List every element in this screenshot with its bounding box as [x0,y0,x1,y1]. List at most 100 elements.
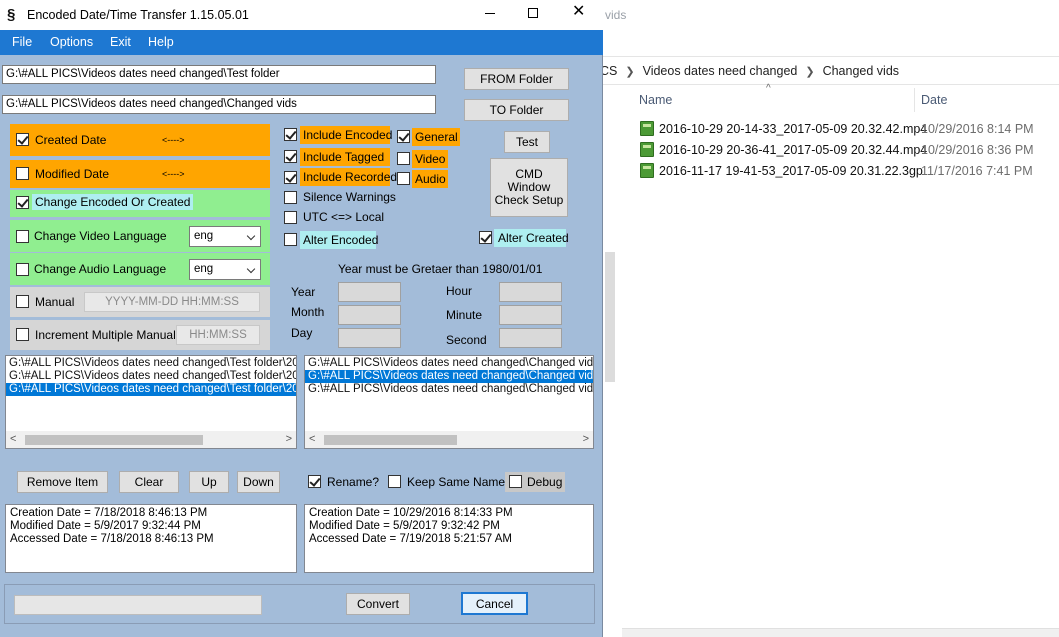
alter-created-checkbox[interactable] [479,231,492,244]
source-file-list[interactable]: G:\#ALL PICS\Videos dates need changed\T… [5,355,297,449]
file-row[interactable]: 2016-10-29 20-36-41_2017-05-09 20.32.44.… [638,140,1038,160]
from-folder-button[interactable]: FROM Folder [464,68,569,90]
include-encoded-label: Include Encoded [300,126,392,144]
column-divider[interactable] [914,88,915,112]
convert-button[interactable]: Convert [346,593,410,615]
audio-label: Audio [412,170,448,188]
to-path-field[interactable]: G:\#ALL PICS\Videos dates need changed\C… [2,95,436,114]
audio-checkbox[interactable] [397,172,410,185]
chevron-right-icon[interactable]: > [583,433,589,445]
info-line: Accessed Date = 7/18/2018 8:46:13 PM [10,533,214,545]
audio-language-value: eng [194,263,214,275]
menu-help[interactable]: Help [148,35,174,49]
include-encoded-checkbox[interactable] [284,128,297,141]
test-button[interactable]: Test [504,131,550,153]
list-item[interactable]: G:\#ALL PICS\Videos dates need changed\T… [6,357,296,370]
second-field[interactable] [499,328,562,348]
explorer-vscroll-thumb[interactable] [605,252,615,382]
divider [600,84,1059,85]
up-button[interactable]: Up [189,471,229,493]
file-row[interactable]: 2016-11-17 19-41-53_2017-05-09 20.31.22.… [638,161,1038,181]
cmd-window-check-setup-button[interactable]: CMD Window Check Setup [490,158,568,217]
hour-label: Hour [446,284,473,298]
maximize-icon[interactable] [528,8,538,18]
list-item[interactable]: G:\#ALL PICS\Videos dates need changed\T… [6,370,296,383]
created-date-checkbox[interactable] [16,133,29,146]
keep-same-name-checkbox[interactable] [388,475,401,488]
minute-field[interactable] [499,305,562,325]
created-date-label: Created Date [35,133,107,147]
breadcrumb-item[interactable]: Videos dates need changed [643,64,798,78]
file-date: 11/17/2016 7:41 PM [921,164,1033,178]
alter-encoded-checkbox[interactable] [284,233,297,246]
list-item[interactable]: G:\#ALL PICS\Videos dates need changed\C… [305,357,593,370]
horizontal-scrollbar[interactable]: < > [6,431,296,448]
swap-arrow-label: <----> [162,135,185,145]
remove-item-button[interactable]: Remove Item [17,471,108,493]
rename-checkbox[interactable] [308,475,321,488]
change-encoded-checkbox[interactable] [16,196,29,209]
month-field[interactable] [338,305,401,325]
from-path-field[interactable]: G:\#ALL PICS\Videos dates need changed\T… [2,65,436,84]
change-audio-language-checkbox[interactable] [16,263,29,276]
column-header-name[interactable]: Name [639,93,672,107]
scroll-thumb[interactable] [324,435,457,445]
close-icon[interactable]: ✕ [572,4,585,20]
manual-checkbox[interactable] [16,295,29,308]
include-recorded-label: Include Recorded [300,168,397,186]
breadcrumb-item[interactable]: Changed vids [823,64,899,78]
destination-file-list[interactable]: G:\#ALL PICS\Videos dates need changed\C… [304,355,594,449]
title-bar[interactable]: § Encoded Date/Time Transfer 1.15.05.01 … [0,0,603,30]
cancel-button[interactable]: Cancel [461,592,528,615]
menu-file[interactable]: File [12,35,32,49]
year-note: Year must be Gretaer than 1980/01/01 [338,262,543,276]
video-label: Video [412,150,448,168]
scroll-thumb[interactable] [25,435,203,445]
to-folder-button[interactable]: TO Folder [464,99,569,121]
utc-local-label: UTC <=> Local [303,210,385,224]
include-recorded-checkbox[interactable] [284,171,297,184]
list-item[interactable]: G:\#ALL PICS\Videos dates need changed\C… [305,370,593,383]
menu-bar: File Options Exit Help [0,30,603,55]
day-field[interactable] [338,328,401,348]
encoded-date-transfer-window: § Encoded Date/Time Transfer 1.15.05.01 … [0,0,603,637]
progress-bar [14,595,262,615]
manual-datetime-field[interactable]: YYYY-MM-DD HH:MM:SS [84,292,260,312]
menu-exit[interactable]: Exit [110,35,131,49]
menu-options[interactable]: Options [50,35,93,49]
file-name: 2016-11-17 19-41-53_2017-05-09 20.31.22.… [659,164,923,178]
clear-button[interactable]: Clear [119,471,179,493]
change-video-language-checkbox[interactable] [16,230,29,243]
swap-arrow-label: <----> [162,169,185,179]
breadcrumb[interactable]: CS ❯ Videos dates need changed ❯ Changed… [600,62,899,80]
debug-label: Debug [527,475,563,489]
hour-field[interactable] [499,282,562,302]
list-item[interactable]: G:\#ALL PICS\Videos dates need changed\T… [6,383,296,396]
video-language-select[interactable]: eng [189,226,261,247]
audio-language-select[interactable]: eng [189,259,261,280]
audio-language-panel: Change Audio Language eng [10,253,270,285]
column-header-date[interactable]: Date [921,93,947,107]
chevron-left-icon[interactable]: < [10,433,16,445]
info-line: Modified Date = 5/9/2017 9:32:44 PM [10,520,201,532]
include-tagged-checkbox[interactable] [284,150,297,163]
silence-warnings-checkbox[interactable] [284,191,297,204]
year-field[interactable] [338,282,401,302]
file-row[interactable]: 2016-10-29 20-14-33_2017-05-09 20.32.42.… [638,119,1038,139]
file-date: 10/29/2016 8:14 PM [921,122,1034,136]
video-checkbox[interactable] [397,152,410,165]
debug-checkbox[interactable] [509,475,522,488]
increment-manual-checkbox[interactable] [16,328,29,341]
chevron-right-icon[interactable]: > [286,433,292,445]
modified-date-checkbox[interactable] [16,167,29,180]
utc-local-checkbox[interactable] [284,211,297,224]
increment-time-field[interactable]: HH:MM:SS [176,325,260,345]
list-item[interactable]: G:\#ALL PICS\Videos dates need changed\C… [305,383,593,396]
minimize-icon[interactable] [485,13,495,14]
general-checkbox[interactable] [397,130,410,143]
chevron-left-icon[interactable]: < [309,433,315,445]
down-button[interactable]: Down [237,471,280,493]
horizontal-scrollbar[interactable]: < > [305,431,593,448]
day-label: Day [291,326,313,340]
explorer-hscrollbar[interactable] [622,628,1059,637]
